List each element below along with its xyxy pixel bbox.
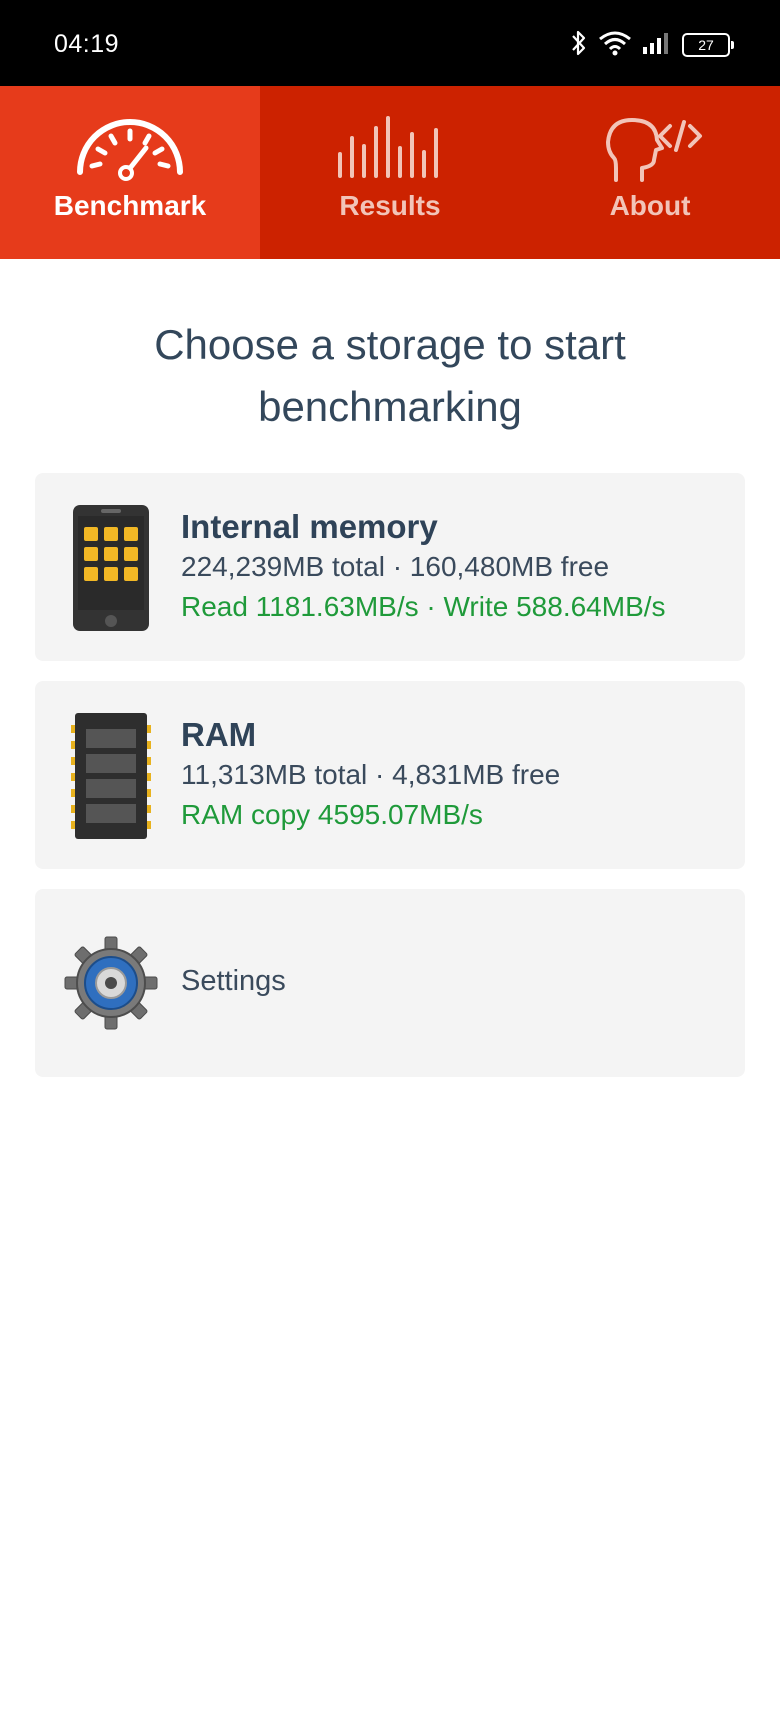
tab-benchmark[interactable]: Benchmark — [0, 86, 260, 259]
tab-bar: Benchmark Results About — [0, 86, 780, 259]
tab-label: About — [609, 190, 691, 221]
storage-internal-memory[interactable]: Internal memory 224,239MB total · 160,48… — [35, 473, 745, 661]
tab-results[interactable]: Results — [260, 86, 520, 259]
storage-ram[interactable]: RAM 11,313MB total · 4,831MB free RAM co… — [35, 681, 745, 869]
storage-speed: RAM copy 4595.07MB/s — [181, 799, 483, 830]
storage-internal-text: Internal memory 224,239MB total · 160,48… — [181, 507, 666, 627]
storage-sizes: 11,313MB total · 4,831MB free — [181, 759, 561, 790]
tab-label: Benchmark — [53, 190, 207, 221]
storage-ram-text: RAM 11,313MB total · 4,831MB free RAM co… — [181, 715, 560, 835]
speedometer-icon — [74, 116, 186, 182]
storage-title: Internal memory — [181, 508, 438, 545]
storage-speed: Read 1181.63MB/s · Write 588.64MB/s — [181, 591, 666, 622]
settings-item[interactable]: Settings — [35, 889, 745, 1077]
phone-icon — [71, 503, 151, 633]
bars-icon — [334, 116, 446, 182]
bluetooth-icon — [570, 29, 588, 62]
ram-chip-icon — [71, 711, 151, 841]
gear-icon — [63, 935, 159, 1031]
status-icons: 27 — [570, 28, 734, 62]
storage-title: RAM — [181, 716, 257, 753]
tab-label: Results — [339, 190, 441, 221]
page-title-line1: Choose a storage to start — [154, 321, 626, 368]
status-time: 04:19 — [54, 30, 120, 58]
page-title-line2: benchmarking — [258, 383, 522, 430]
settings-label: Settings — [181, 965, 286, 997]
status-bar: 04:19 27 — [0, 0, 780, 86]
tab-about[interactable]: About — [520, 86, 780, 259]
head-code-icon — [594, 116, 706, 182]
wifi-icon — [598, 30, 632, 61]
page-title: Choose a storage to start benchmarking — [60, 314, 720, 438]
signal-icon — [642, 31, 672, 60]
storage-sizes: 224,239MB total · 160,480MB free — [181, 551, 610, 582]
battery-icon: 27 — [682, 33, 734, 57]
